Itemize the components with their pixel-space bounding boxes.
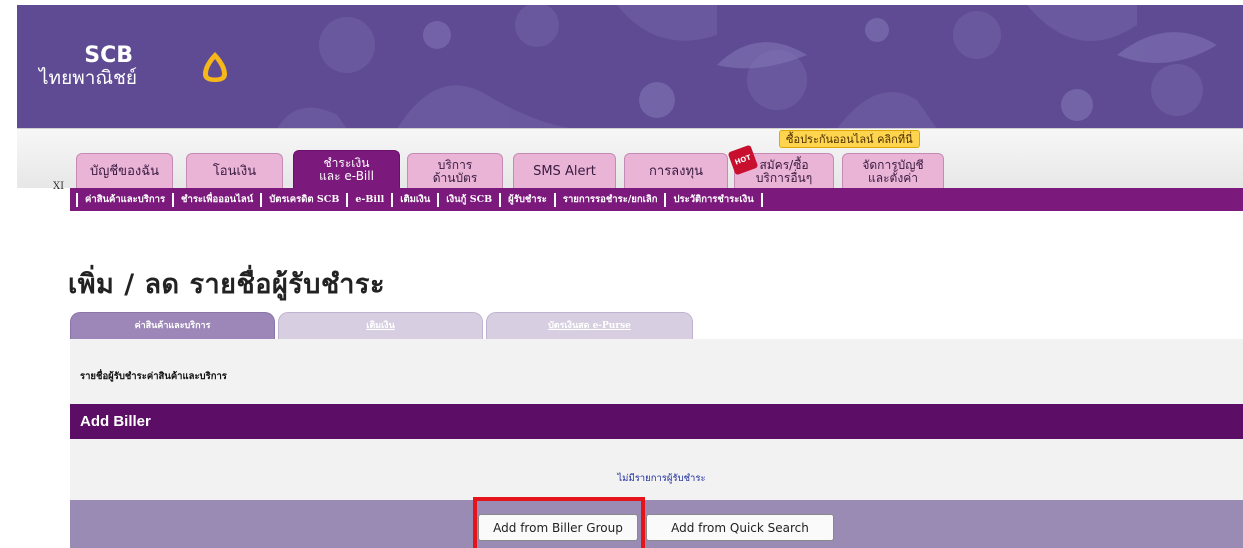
subtab-label: ค่าสินค้าและบริการ <box>134 321 211 331</box>
tab-label: บริการ <box>437 157 473 172</box>
tab-label: สมัคร/ซื้อ <box>759 157 809 172</box>
subnav-goods-services[interactable]: ค่าสินค้าและบริการ <box>76 192 172 207</box>
tab-label: SMS Alert <box>533 163 596 179</box>
tab-prefix-label: XI <box>53 181 65 192</box>
tab-my-accounts[interactable]: บัญชีของฉัน <box>76 153 173 189</box>
add-from-quick-search-button[interactable]: Add from Quick Search <box>646 514 834 541</box>
subnav-scb-loan[interactable]: เงินกู้ SCB <box>437 192 499 207</box>
tab-label-line2: และ e-Bill <box>319 169 374 183</box>
subnav-online-payment[interactable]: ชำระเพื่อออนไลน์ <box>172 192 260 207</box>
header-banner: SCB ไทยพาณิชย์ <box>17 5 1243 129</box>
tab-label-line2: ด้านบัตร <box>432 170 478 185</box>
tab-card-services[interactable]: บริการ ด้านบัตร <box>407 153 503 189</box>
subnav-billers[interactable]: ผู้รับชำระ <box>499 192 554 207</box>
subtab-label: บัตรเงินสด e-Purse <box>548 321 631 331</box>
tab-payment-ebill[interactable]: ชำระเงิน และ e-Bill <box>293 150 400 189</box>
tab-label-line2: และตั้งค่า <box>868 170 918 185</box>
tab-investment[interactable]: การลงทุน <box>624 153 728 189</box>
scb-logo-icon <box>203 52 227 82</box>
sub-navigation: ค่าสินค้าและบริการ ชำระเพื่อออนไลน์ บัตร… <box>70 188 1243 211</box>
tab-label-line2: บริการอื่นๆ <box>755 170 813 185</box>
highlight-annotation-box <box>473 497 645 548</box>
subtab-e-purse[interactable]: บัตรเงินสด e-Purse <box>486 312 693 339</box>
subnav-scb-credit-card[interactable]: บัตรเครดิต SCB <box>260 192 346 207</box>
subnav-ebill[interactable]: e-Bill <box>346 192 391 207</box>
subtab-goods-services[interactable]: ค่าสินค้าและบริการ <box>70 312 275 339</box>
biller-list-caption: รายชื่อผู้รับชำระค่าสินค้าและบริการ <box>80 371 227 382</box>
subtab-top-up[interactable]: เติมเงิน <box>278 312 483 339</box>
tab-label: บัญชีของฉัน <box>90 163 159 179</box>
subtab-label: เติมเงิน <box>366 321 395 331</box>
brand-name-en: SCB <box>84 43 134 68</box>
empty-biller-message: ไม่มีรายการผู้รับชำระ <box>617 473 706 484</box>
insurance-promo-link[interactable]: ซื้อประกันออนไลน์ คลิกที่นี่ <box>779 130 920 148</box>
brand-name-th: ไทยพาณิชย์ <box>39 67 138 89</box>
subnav-pending-payments[interactable]: รายการรอชำระ/ยกเลิก <box>553 192 665 207</box>
tab-label: การลงทุน <box>649 163 703 179</box>
add-biller-header: Add Biller <box>70 404 1243 439</box>
tab-label: จัดการบัญชี <box>862 157 924 172</box>
tab-account-settings[interactable]: จัดการบัญชี และตั้งค่า <box>842 153 944 189</box>
subnav-top-up[interactable]: เติมเงิน <box>391 192 437 207</box>
subnav-payment-history[interactable]: ประวัติการชำระเงิน <box>664 192 763 207</box>
page-title: เพิ่ม / ลด รายชื่อผู้รับชำระ <box>68 269 385 300</box>
brand-logo-text[interactable]: SCB ไทยพาณิชย์ <box>39 45 137 88</box>
tab-label: โอนเงิน <box>212 163 257 179</box>
tab-transfer[interactable]: โอนเงิน <box>186 153 283 189</box>
tab-sms-alert[interactable]: SMS Alert <box>513 153 616 189</box>
